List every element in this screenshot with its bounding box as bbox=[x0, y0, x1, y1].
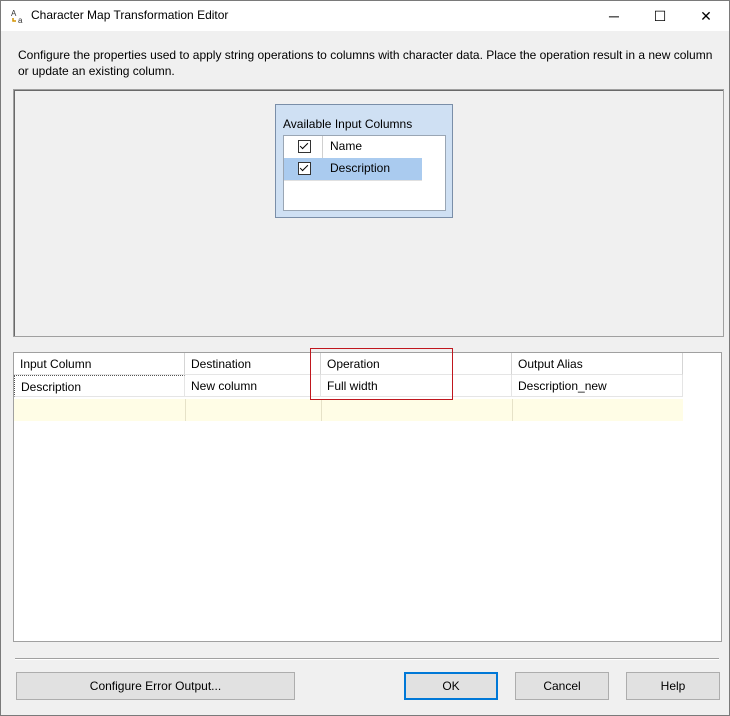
list-item[interactable]: Name bbox=[284, 136, 422, 159]
title-bar: A a Character Map Transformation Editor … bbox=[1, 1, 729, 31]
new-row-divider bbox=[185, 399, 186, 421]
available-input-columns-title: Available Input Columns bbox=[283, 117, 413, 131]
cell-destination[interactable]: New column bbox=[185, 375, 321, 397]
window-title: Character Map Transformation Editor bbox=[31, 8, 229, 22]
new-row-divider bbox=[512, 399, 513, 421]
input-columns-list: Name Description bbox=[283, 135, 446, 211]
editor-window: A a Character Map Transformation Editor … bbox=[0, 0, 730, 716]
cell-input-column[interactable]: Description bbox=[14, 375, 185, 397]
list-item-label: Name bbox=[330, 139, 363, 153]
help-button[interactable]: Help bbox=[626, 672, 720, 700]
column-header-input-column[interactable]: Input Column bbox=[14, 353, 185, 375]
ok-button[interactable]: OK bbox=[404, 672, 498, 700]
maximize-icon: ☐ bbox=[653, 8, 667, 24]
configure-error-output-button[interactable]: Configure Error Output... bbox=[16, 672, 295, 700]
close-button[interactable]: ✕ bbox=[683, 1, 729, 31]
maximize-button[interactable]: ☐ bbox=[637, 1, 683, 31]
column-header-destination[interactable]: Destination bbox=[185, 353, 321, 375]
footer-divider bbox=[15, 658, 719, 660]
character-map-app-icon: A a bbox=[10, 8, 26, 25]
operation-highlight-box bbox=[310, 348, 453, 400]
new-row-divider bbox=[321, 399, 322, 421]
column-header-output-alias[interactable]: Output Alias bbox=[512, 353, 683, 375]
description-checkbox[interactable] bbox=[298, 162, 311, 175]
available-input-columns-panel: Available Input Columns Name Description bbox=[275, 104, 453, 218]
svg-text:a: a bbox=[18, 16, 23, 24]
list-item-label: Description bbox=[330, 161, 391, 175]
new-row-placeholder[interactable] bbox=[14, 399, 683, 421]
minimize-button[interactable]: ─ bbox=[591, 1, 637, 31]
name-checkbox[interactable] bbox=[298, 140, 311, 153]
close-icon: ✕ bbox=[700, 8, 712, 24]
minimize-icon: ─ bbox=[609, 8, 619, 24]
cell-output-alias[interactable]: Description_new bbox=[512, 375, 683, 397]
description-text: Configure the properties used to apply s… bbox=[18, 48, 713, 78]
svg-text:A: A bbox=[11, 9, 17, 18]
cancel-button[interactable]: Cancel bbox=[515, 672, 609, 700]
list-item[interactable]: Description bbox=[284, 158, 422, 181]
